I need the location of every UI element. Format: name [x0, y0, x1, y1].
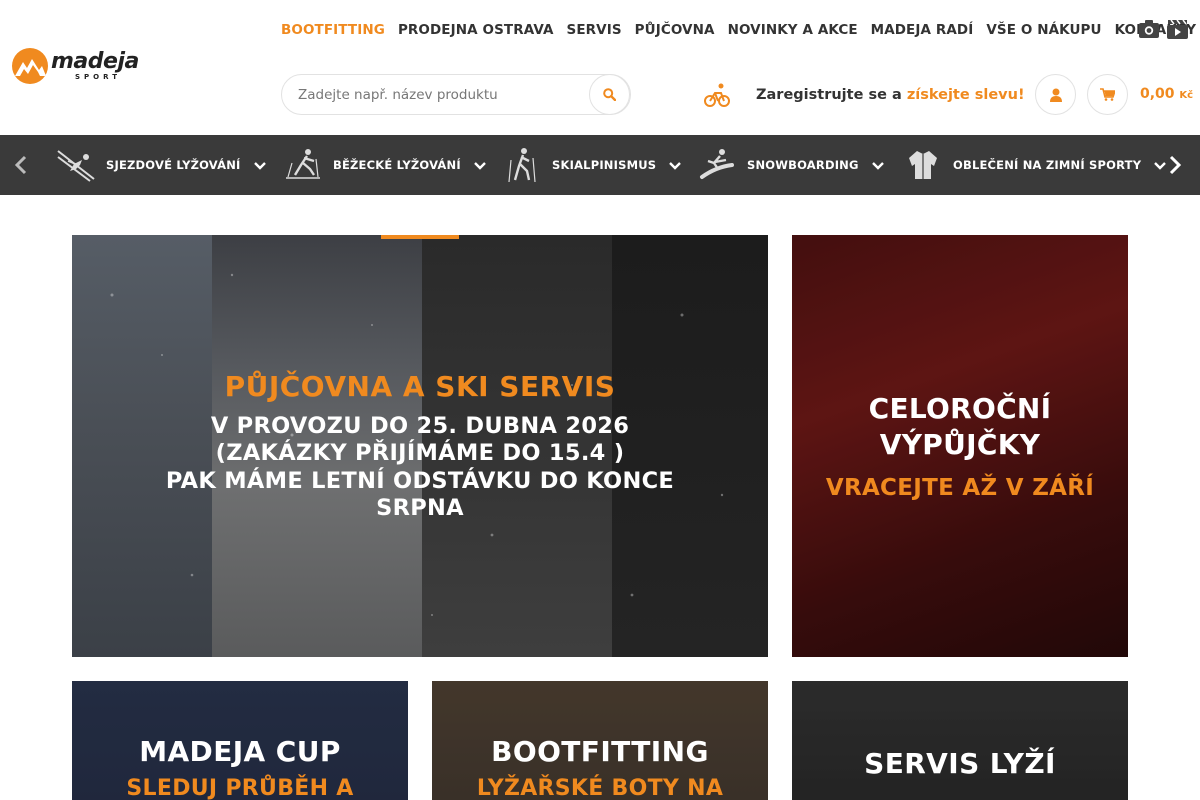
topnav-servis[interactable]: SERVIS: [567, 22, 622, 38]
logo[interactable]: madeja SPORT: [12, 47, 157, 85]
tile-line: (ZAKÁZKY PŘIJÍMÁME DO 15.4 ): [215, 440, 625, 466]
tile-pujcovna-servis[interactable]: PŮJČOVNA A SKI SERVIS V PROVOZU DO 25. D…: [72, 235, 768, 657]
ski-touring-icon: [502, 145, 542, 185]
register-promo[interactable]: Zaregistrujte se a získejte slevu!: [704, 82, 1025, 108]
tile-madeja-cup[interactable]: MADEJA CUP SLEDUJ PRŮBĚH A: [72, 681, 408, 800]
jacket-icon: [903, 145, 943, 185]
cart-button[interactable]: [1087, 74, 1128, 115]
tile-subtitle: SLEDUJ PRŮBĚH A: [126, 776, 354, 800]
topnav-prodejna-ostrava[interactable]: PRODEJNA OSTRAVA: [398, 22, 554, 38]
category-bezecke-lyzovani[interactable]: BĚŽECKÉ LYŽOVÁNÍ: [283, 135, 487, 195]
tile-title: CELOROČNÍ VÝPŮJČKY: [826, 391, 1094, 463]
topnav-pujcovna[interactable]: PŮJČOVNA: [635, 22, 715, 38]
logo-mountain-icon: [12, 48, 48, 84]
tile-title: MADEJA CUP: [139, 735, 341, 768]
search-input[interactable]: [298, 85, 588, 105]
topnav-vse-o-nakupu[interactable]: VŠE O NÁKUPU: [986, 22, 1101, 38]
snowboard-icon: [697, 145, 737, 185]
chevron-down-icon[interactable]: [1153, 156, 1167, 175]
tile-line: PAK MÁME LETNÍ ODSTÁVKU DO KONCE: [165, 467, 675, 494]
top-navigation: BOOTFITTING PRODEJNA OSTRAVA SERVIS PŮJČ…: [281, 22, 1200, 38]
camera-icon[interactable]: [1139, 20, 1159, 43]
tile-subtitle: VRACEJTE AŽ V ZÁŘÍ: [825, 475, 1095, 501]
cart-currency: Kč: [1179, 90, 1194, 101]
category-label: SJEZDOVÉ LYŽOVÁNÍ: [106, 158, 241, 172]
category-label: BĚŽECKÉ LYŽOVÁNÍ: [333, 158, 461, 172]
promo-text: Zaregistrujte se a získejte slevu!: [756, 87, 1025, 103]
logo-sub: SPORT: [75, 73, 121, 81]
tile-title: PŮJČOVNA A SKI SERVIS: [224, 369, 616, 403]
category-skialpinismus[interactable]: SKIALPINISMUS: [502, 135, 682, 195]
search-icon: [603, 88, 616, 101]
promo-link[interactable]: získejte slevu!: [907, 87, 1025, 103]
category-label: OBLEČENÍ NA ZIMNÍ SPORTY: [953, 158, 1142, 172]
cart-amount: 0,00: [1140, 86, 1175, 102]
media-links: [1139, 19, 1188, 43]
tile-accent-bar: [381, 235, 459, 239]
tile-title: SERVIS LYŽÍ: [864, 747, 1056, 780]
chevron-down-icon[interactable]: [473, 156, 487, 175]
tile-subtitle: LYŽAŘSKÉ BOTY NA: [476, 776, 724, 800]
search-box: [281, 74, 631, 115]
cart-total[interactable]: 0,00 Kč: [1140, 86, 1193, 102]
chevron-down-icon[interactable]: [871, 156, 885, 175]
cart-icon: [1100, 88, 1115, 101]
tile-line: V PROVOZU DO 25. DUBNA 2026: [210, 412, 630, 439]
category-obleceni-na-zimni-sporty[interactable]: OBLEČENÍ NA ZIMNÍ SPORTY: [903, 135, 1167, 195]
topnav-madeja-radi[interactable]: MADEJA RADÍ: [871, 22, 974, 38]
tile-subtitle: V PROVOZU DO 25. DUBNA 2026 (ZAKÁZKY PŘI…: [166, 413, 674, 523]
chevron-down-icon[interactable]: [253, 156, 267, 175]
tile-line: CELOROČNÍ: [868, 392, 1052, 425]
logo-word: madeja: [51, 49, 139, 74]
category-label: SNOWBOARDING: [747, 158, 859, 172]
tile-line: VÝPŮJČKY: [879, 428, 1041, 461]
promo-lead-text: Zaregistrujte se a: [756, 87, 902, 103]
account-button[interactable]: [1035, 74, 1076, 115]
category-bar: SJEZDOVÉ LYŽOVÁNÍ BĚŽECKÉ LYŽOVÁNÍ SKIAL…: [0, 135, 1200, 195]
downhill-ski-icon: [56, 145, 96, 185]
tile-celorocni-vypujcky[interactable]: CELOROČNÍ VÝPŮJČKY VRACEJTE AŽ V ZÁŘÍ: [792, 235, 1128, 657]
cross-country-ski-icon: [283, 145, 323, 185]
tile-line: SRPNA: [376, 495, 464, 521]
cyclist-icon: [704, 83, 730, 107]
category-label: SKIALPINISMUS: [552, 158, 657, 172]
chevron-down-icon[interactable]: [668, 156, 682, 175]
topnav-novinky-a-akce[interactable]: NOVINKY A AKCE: [728, 22, 858, 38]
category-sjezdove-lyzovani[interactable]: SJEZDOVÉ LYŽOVÁNÍ: [56, 135, 267, 195]
topnav-bootfitting[interactable]: BOOTFITTING: [281, 22, 385, 38]
tile-title: BOOTFITTING: [491, 735, 709, 768]
category-next-arrow-icon[interactable]: [1168, 155, 1182, 179]
search-button[interactable]: [589, 74, 630, 115]
tile-servis-lyzi[interactable]: SERVIS LYŽÍ: [792, 681, 1128, 800]
category-prev-arrow-icon[interactable]: [14, 155, 28, 179]
site-header: madeja SPORT BOOTFITTING PRODEJNA OSTRAV…: [0, 0, 1200, 135]
video-icon[interactable]: [1167, 19, 1188, 43]
category-snowboarding[interactable]: SNOWBOARDING: [697, 135, 885, 195]
user-icon: [1049, 88, 1062, 102]
tile-bootfitting[interactable]: BOOTFITTING LYŽAŘSKÉ BOTY NA: [432, 681, 768, 800]
